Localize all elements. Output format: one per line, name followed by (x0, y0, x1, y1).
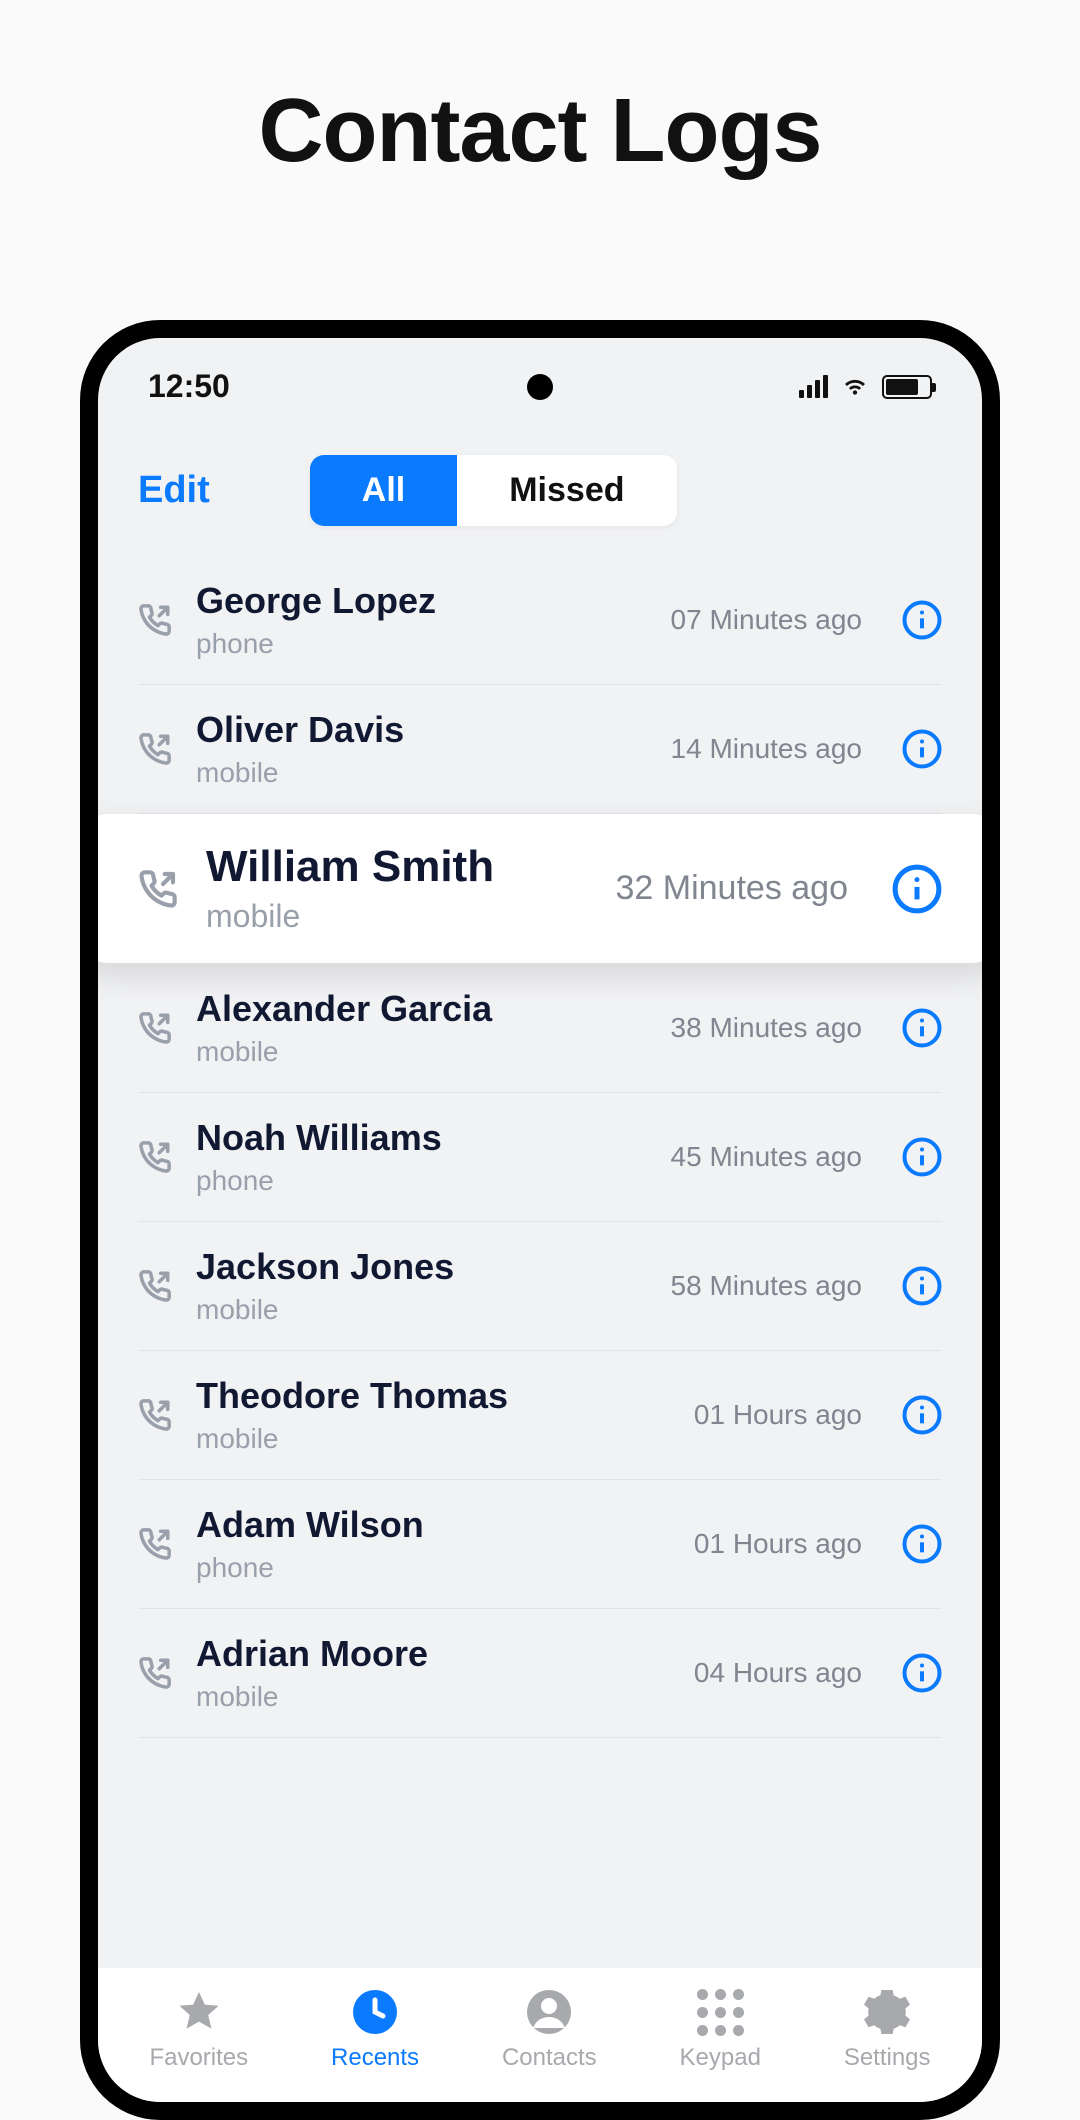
phone-screen: 12:50 Edit All Missed George Lopez (98, 338, 982, 2102)
info-button[interactable] (902, 1137, 942, 1177)
call-main: Adam Wilson phone (196, 1504, 670, 1584)
call-line-type: phone (196, 1165, 647, 1197)
call-time: 01 Hours ago (694, 1528, 862, 1560)
outgoing-call-icon (138, 1656, 172, 1690)
phone-frame: 12:50 Edit All Missed George Lopez (80, 320, 1000, 2120)
battery-icon (882, 375, 932, 399)
call-name: Noah Williams (196, 1117, 647, 1159)
outgoing-call-icon (138, 1527, 172, 1561)
call-time: 07 Minutes ago (671, 604, 862, 636)
call-time: 32 Minutes ago (616, 869, 849, 908)
tab-keypad[interactable]: Keypad (680, 1989, 761, 2072)
info-button[interactable] (902, 1524, 942, 1564)
call-row[interactable]: Alexander Garcia mobile 38 Minutes ago (138, 964, 942, 1093)
outgoing-call-icon (138, 1398, 172, 1432)
call-line-type: mobile (206, 898, 588, 935)
info-button[interactable] (902, 1395, 942, 1435)
call-row[interactable]: Jackson Jones mobile 58 Minutes ago (138, 1222, 942, 1351)
call-line-type: mobile (196, 1294, 647, 1326)
call-main: George Lopez phone (196, 580, 647, 660)
call-row-highlighted[interactable]: William Smith mobile 32 Minutes ago (98, 814, 982, 963)
person-icon (525, 1988, 573, 2036)
tab-contacts[interactable]: Contacts (502, 1988, 597, 2072)
page-title: Contact Logs (0, 80, 1080, 183)
signal-icon (799, 375, 828, 398)
call-name: William Smith (206, 842, 588, 892)
call-time: 45 Minutes ago (671, 1141, 862, 1173)
call-time: 14 Minutes ago (671, 733, 862, 765)
clock-text: 12:50 (148, 368, 230, 405)
call-row[interactable]: Theodore Thomas mobile 01 Hours ago (138, 1351, 942, 1480)
segment-missed[interactable]: Missed (457, 455, 676, 526)
gear-icon (863, 1988, 911, 2036)
call-time: 04 Hours ago (694, 1657, 862, 1689)
outgoing-call-icon (138, 1140, 172, 1174)
info-button[interactable] (902, 1653, 942, 1693)
call-row[interactable]: Oliver Davis mobile 14 Minutes ago (138, 685, 942, 814)
call-row[interactable]: Adrian Moore mobile 04 Hours ago (138, 1609, 942, 1738)
tab-favorites[interactable]: Favorites (149, 1988, 248, 2072)
segment-all[interactable]: All (310, 455, 457, 526)
tab-label: Contacts (502, 2044, 597, 2072)
call-name: Theodore Thomas (196, 1375, 670, 1417)
call-main: Oliver Davis mobile (196, 709, 647, 789)
info-button[interactable] (902, 1008, 942, 1048)
call-main: Theodore Thomas mobile (196, 1375, 670, 1455)
wifi-icon (842, 368, 868, 405)
tab-label: Keypad (680, 2044, 761, 2072)
star-icon (175, 1988, 223, 2036)
call-time: 58 Minutes ago (671, 1270, 862, 1302)
call-line-type: mobile (196, 757, 647, 789)
outgoing-call-icon (138, 732, 172, 766)
call-name: Adam Wilson (196, 1504, 670, 1546)
tab-bar: Favorites Recents Contacts Keypad Settin… (98, 1968, 982, 2102)
call-name: Alexander Garcia (196, 988, 647, 1030)
info-button[interactable] (902, 600, 942, 640)
call-line-type: mobile (196, 1681, 670, 1713)
outgoing-call-icon (138, 1011, 172, 1045)
call-name: Adrian Moore (196, 1633, 670, 1675)
call-line-type: mobile (196, 1423, 670, 1455)
call-main: Adrian Moore mobile (196, 1633, 670, 1713)
call-row[interactable]: Noah Williams phone 45 Minutes ago (138, 1093, 942, 1222)
tab-label: Settings (844, 2044, 931, 2072)
call-row[interactable]: Adam Wilson phone 01 Hours ago (138, 1480, 942, 1609)
tab-settings[interactable]: Settings (844, 1988, 931, 2072)
call-time: 01 Hours ago (694, 1399, 862, 1431)
call-line-type: mobile (196, 1036, 647, 1068)
call-main: Alexander Garcia mobile (196, 988, 647, 1068)
outgoing-call-icon (138, 869, 178, 909)
call-main: Noah Williams phone (196, 1117, 647, 1197)
recents-header: Edit All Missed (98, 415, 982, 556)
tab-label: Favorites (149, 2044, 248, 2072)
outgoing-call-icon (138, 603, 172, 637)
edit-button[interactable]: Edit (138, 469, 210, 512)
call-main: Jackson Jones mobile (196, 1246, 647, 1326)
clock-icon (351, 1988, 399, 2036)
call-name: George Lopez (196, 580, 647, 622)
outgoing-call-icon (138, 1269, 172, 1303)
call-row[interactable]: George Lopez phone 07 Minutes ago (138, 556, 942, 685)
call-line-type: phone (196, 1552, 670, 1584)
call-line-type: phone (196, 628, 647, 660)
camera-notch (527, 374, 553, 400)
call-main: William Smith mobile (206, 842, 588, 935)
tab-recents[interactable]: Recents (331, 1988, 419, 2072)
info-button[interactable] (902, 1266, 942, 1306)
call-list: George Lopez phone 07 Minutes ago Oliver… (98, 556, 982, 1738)
call-name: Oliver Davis (196, 709, 647, 751)
info-button[interactable] (892, 864, 942, 914)
call-time: 38 Minutes ago (671, 1012, 862, 1044)
call-name: Jackson Jones (196, 1246, 647, 1288)
keypad-icon (697, 1989, 744, 2036)
filter-segmented: All Missed (310, 455, 677, 526)
tab-label: Recents (331, 2044, 419, 2072)
info-button[interactable] (902, 729, 942, 769)
